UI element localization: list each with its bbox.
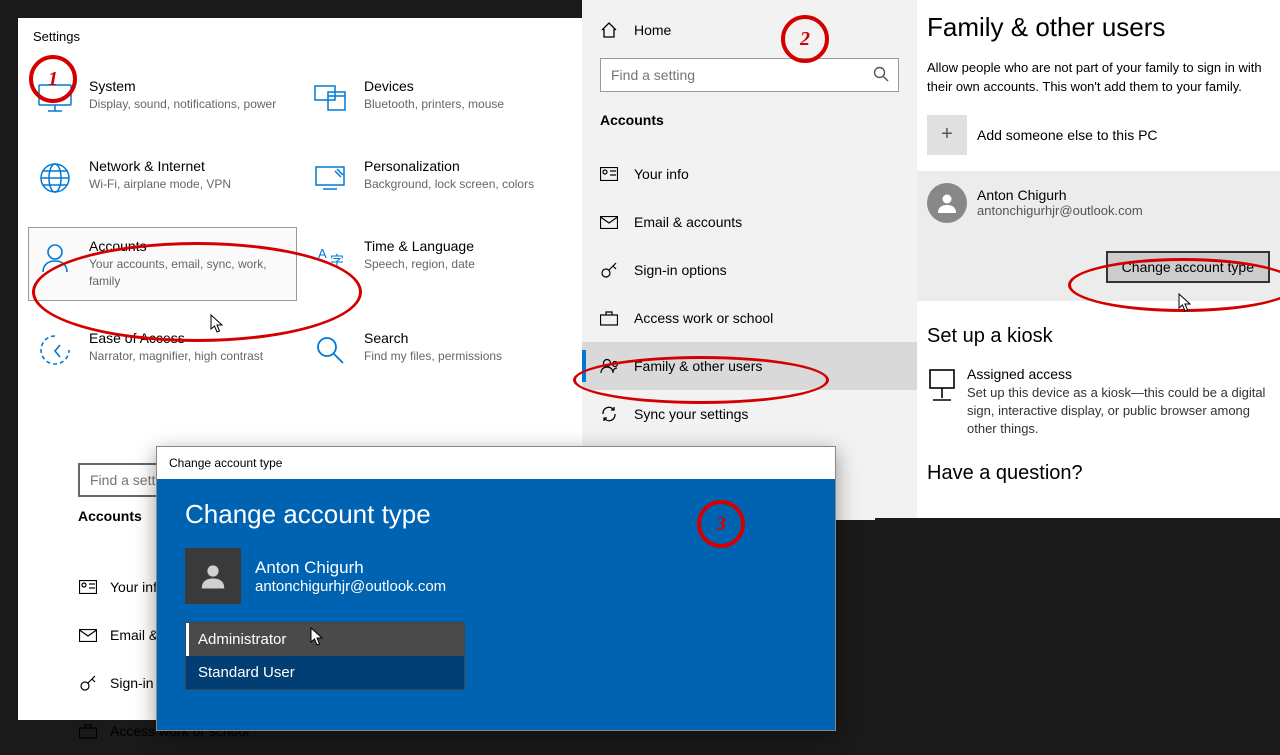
ease-of-access-icon	[35, 330, 75, 370]
personalization-icon	[310, 158, 350, 198]
user-name: Anton Chigurh	[977, 187, 1143, 203]
search-icon	[873, 66, 889, 82]
tile-accounts[interactable]: Accounts Your accounts, email, sync, wor…	[28, 227, 297, 301]
tile-title: Personalization	[364, 158, 569, 174]
tile-personalization[interactable]: Personalization Background, lock screen,…	[303, 147, 572, 209]
account-type-dropdown[interactable]: Administrator Standard User	[185, 622, 465, 690]
tile-desc: Narrator, magnifier, high contrast	[89, 348, 294, 365]
sidebar-item-email[interactable]: Email & accounts	[582, 198, 917, 246]
home-label: Home	[634, 22, 671, 38]
globe-icon	[35, 158, 75, 198]
accounts-sidebar-panel: Home Accounts Your info Email & accounts…	[582, 0, 917, 520]
home-icon	[600, 22, 620, 38]
search-icon	[310, 330, 350, 370]
tile-desc: Wi-Fi, airplane mode, VPN	[89, 176, 294, 193]
sync-icon	[600, 405, 620, 423]
avatar	[927, 183, 967, 223]
system-icon	[35, 78, 75, 118]
accounts-heading: Accounts	[78, 508, 142, 524]
mail-icon	[78, 629, 98, 642]
nav-home[interactable]: Home	[582, 0, 917, 52]
sidebar-item-signin[interactable]: Sign-in options	[582, 246, 917, 294]
tile-desc: Bluetooth, printers, mouse	[364, 96, 569, 113]
kiosk-heading: Set up a kiosk	[927, 325, 1270, 348]
background-block	[875, 518, 1280, 720]
settings-window-title: Settings	[18, 18, 582, 55]
tile-time-language[interactable]: A字 Time & Language Speech, region, date	[303, 227, 572, 301]
tile-desc: Find my files, permissions	[364, 348, 569, 365]
key-icon	[600, 261, 620, 279]
question-heading: Have a question?	[927, 462, 1270, 485]
tile-devices[interactable]: Devices Bluetooth, printers, mouse	[303, 67, 572, 129]
briefcase-icon	[600, 311, 620, 326]
change-account-type-button[interactable]: Change account type	[1106, 251, 1270, 283]
dialog-user-email: antonchigurhjr@outlook.com	[255, 578, 446, 595]
sidebar-item-family-other-users[interactable]: Family & other users	[582, 342, 917, 390]
person-card-icon	[78, 580, 98, 594]
sidebar-item-label: Access work or school	[634, 310, 773, 326]
tile-search[interactable]: Search Find my files, permissions	[303, 319, 572, 381]
tile-title: Ease of Access	[89, 330, 294, 346]
tile-system[interactable]: System Display, sound, notifications, po…	[28, 67, 297, 129]
dialog-title: Change account type	[185, 499, 807, 530]
dropdown-option-administrator[interactable]: Administrator	[186, 623, 464, 656]
family-other-users-panel: Family & other users Allow people who ar…	[917, 0, 1280, 520]
kiosk-desc: Set up this device as a kiosk—this could…	[967, 384, 1270, 439]
tile-desc: Speech, region, date	[364, 256, 569, 273]
tile-title: Time & Language	[364, 238, 569, 254]
tile-title: Devices	[364, 78, 569, 94]
language-icon: A字	[310, 238, 350, 278]
kiosk-icon	[927, 366, 957, 404]
sidebar-item-your-info[interactable]: Your info	[582, 150, 917, 198]
sidebar-item-label: Your info	[634, 166, 689, 182]
person-icon	[35, 238, 75, 278]
briefcase-icon	[78, 724, 98, 739]
sidebar-item-label: Sync your settings	[634, 406, 748, 422]
person-card-icon	[600, 167, 620, 181]
dialog-titlebar: Change account type	[157, 447, 835, 479]
mail-icon	[600, 216, 620, 229]
tile-title: System	[89, 78, 294, 94]
sidebar-heading: Accounts	[582, 106, 917, 138]
tile-network[interactable]: Network & Internet Wi-Fi, airplane mode,…	[28, 147, 297, 209]
tile-title: Search	[364, 330, 569, 346]
page-title: Family & other users	[927, 12, 1270, 43]
tile-ease-of-access[interactable]: Ease of Access Narrator, magnifier, high…	[28, 319, 297, 381]
assigned-access-button[interactable]: Assigned access Set up this device as a …	[927, 366, 1270, 439]
people-icon	[600, 358, 620, 374]
kiosk-title: Assigned access	[967, 366, 1270, 382]
sidebar-item-sync[interactable]: Sync your settings	[582, 390, 917, 438]
change-account-type-dialog: Change account type Change account type …	[156, 446, 836, 731]
dialog-user-name: Anton Chigurh	[255, 558, 446, 578]
tile-desc: Background, lock screen, colors	[364, 176, 569, 193]
svg-text:字: 字	[330, 253, 344, 269]
plus-icon: +	[927, 115, 967, 155]
devices-icon	[310, 78, 350, 118]
sidebar-item-label: Sign-in options	[634, 262, 727, 278]
key-icon	[78, 674, 98, 692]
svg-text:A: A	[318, 246, 327, 261]
tile-desc: Display, sound, notifications, power	[89, 96, 294, 113]
tile-title: Network & Internet	[89, 158, 294, 174]
sidebar-item-label: Family & other users	[634, 358, 762, 374]
tile-desc: Your accounts, email, sync, work, family	[89, 256, 294, 290]
settings-tiles-grid: System Display, sound, notifications, po…	[18, 55, 582, 393]
other-user-card[interactable]: Anton Chigurh antonchigurhjr@outlook.com…	[917, 171, 1280, 301]
avatar	[185, 548, 241, 604]
tile-title: Accounts	[89, 238, 294, 254]
sidebar-item-label: Email & accounts	[634, 214, 742, 230]
add-user-label: Add someone else to this PC	[977, 127, 1158, 143]
user-email: antonchigurhjr@outlook.com	[977, 203, 1143, 218]
add-user-button[interactable]: + Add someone else to this PC	[927, 115, 1270, 155]
dropdown-option-standard-user[interactable]: Standard User	[186, 656, 464, 689]
sidebar-search-input[interactable]	[600, 58, 899, 92]
sidebar-item-work-school[interactable]: Access work or school	[582, 294, 917, 342]
page-description: Allow people who are not part of your fa…	[927, 59, 1270, 97]
